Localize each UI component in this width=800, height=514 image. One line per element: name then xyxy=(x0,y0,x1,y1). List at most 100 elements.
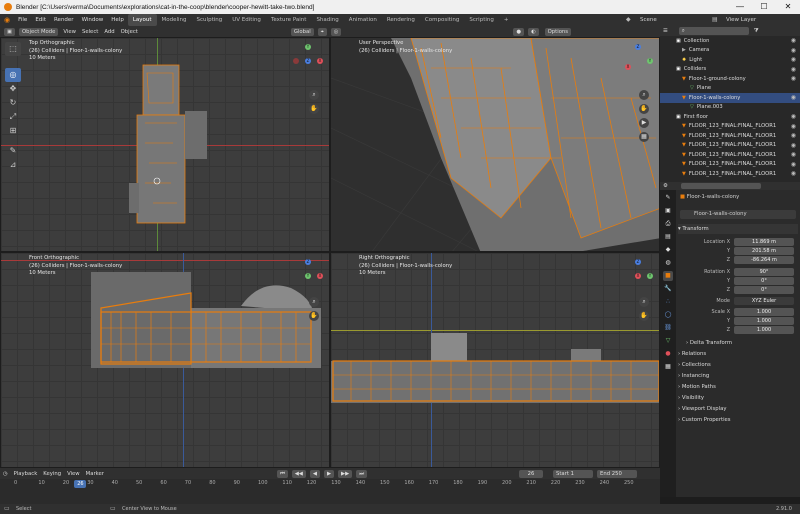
tab-scripting[interactable]: Scripting xyxy=(464,14,498,26)
outliner-row-plane003[interactable]: ▽ Plane.003 xyxy=(660,103,800,113)
measure-tool-icon[interactable]: ⊿ xyxy=(5,158,21,172)
texture-tab-icon[interactable]: ▦ xyxy=(663,362,673,372)
minimize-button[interactable]: — xyxy=(728,0,752,14)
outliner-row-ground[interactable]: ▼ Floor-1-ground-colony ◉ xyxy=(660,74,800,84)
tab-layout[interactable]: Layout xyxy=(127,14,157,26)
outliner-row-floor-mesh[interactable]: ▼ FLOOR_123_FINAL:FINAL_FLOOR1 ◉ xyxy=(660,141,800,151)
scene-selector[interactable]: Scene xyxy=(640,14,657,26)
camera-view-icon[interactable]: ▶ xyxy=(639,118,649,128)
properties-editor-icon[interactable]: ⚙ xyxy=(660,183,671,189)
section-custom-properties[interactable]: › Custom Properties xyxy=(678,415,798,425)
object-mode-dropdown[interactable]: Object Mode xyxy=(19,27,59,36)
gizmo-z-axis[interactable]: Z xyxy=(305,58,311,64)
outliner-row-floor-mesh[interactable]: ▼ FLOOR_123_FINAL:FINAL_FLOOR1 ◉ xyxy=(660,122,800,132)
timeline-playhead[interactable]: 26 xyxy=(74,480,87,488)
annotate-tool-icon[interactable]: ✎ xyxy=(5,144,21,158)
viewport-shading-icon[interactable]: ● xyxy=(513,27,524,36)
eye-icon[interactable]: ◉ xyxy=(791,132,796,139)
material-tab-icon[interactable]: ● xyxy=(663,349,673,359)
object-tab-icon[interactable]: ■ xyxy=(663,271,673,281)
location-y-field[interactable]: 201.58 m xyxy=(734,247,794,255)
outliner-row-floor-mesh[interactable]: ▼ FLOOR_123_FINAL:FINAL_FLOOR1 ◉ xyxy=(660,169,800,179)
pan-hand-icon[interactable]: ✋ xyxy=(639,311,649,321)
gizmo-z-axis[interactable]: Z xyxy=(635,44,641,50)
gizmo-x-axis[interactable]: X xyxy=(317,58,323,64)
rotation-x-field[interactable]: 90° xyxy=(734,268,794,276)
gizmo-x-axis[interactable]: X xyxy=(625,64,631,70)
editor-type-button[interactable]: ▣ xyxy=(4,27,16,36)
constraints-tab-icon[interactable]: ⛓ xyxy=(663,323,673,333)
tab-sculpting[interactable]: Sculpting xyxy=(192,14,228,26)
particles-tab-icon[interactable]: ∴ xyxy=(663,297,673,307)
scale-tool-icon[interactable]: ⤢ xyxy=(5,110,21,124)
gizmo-z-axis[interactable]: Z xyxy=(305,259,311,265)
outliner-row-first-floor[interactable]: ▣ First floor ◉ xyxy=(660,112,800,122)
eye-icon[interactable]: ◉ xyxy=(791,161,796,168)
zoom-icon[interactable]: ⌕ xyxy=(309,297,319,307)
menu-file[interactable]: File xyxy=(14,14,31,26)
move-tool-icon[interactable]: ✥ xyxy=(5,82,21,96)
outliner-row-floor-mesh[interactable]: ▼ FLOOR_123_FINAL:FINAL_FLOOR1 ◉ xyxy=(660,160,800,170)
tool-tab-icon[interactable]: ✎ xyxy=(663,193,673,203)
outliner-editor-icon[interactable]: ☰ xyxy=(660,28,671,34)
render-tab-icon[interactable]: ▣ xyxy=(663,206,673,216)
tab-uv-editing[interactable]: UV Editing xyxy=(227,14,266,26)
add-workspace-button[interactable]: + xyxy=(499,14,514,26)
zoom-icon[interactable]: ⌕ xyxy=(309,90,319,100)
filter-icon[interactable]: ⧩ xyxy=(751,28,762,35)
menu-render[interactable]: Render xyxy=(50,14,78,26)
gizmo-y-axis[interactable]: Y xyxy=(305,44,311,50)
rotation-y-field[interactable]: 0° xyxy=(734,277,794,285)
physics-tab-icon[interactable]: ◯ xyxy=(663,310,673,320)
close-button[interactable]: ✕ xyxy=(776,0,800,14)
outliner-row-colliders[interactable]: ▣ Colliders ◉ xyxy=(660,65,800,75)
eye-icon[interactable]: ◉ xyxy=(791,66,796,73)
select-box-tool-icon[interactable]: ⬚ xyxy=(5,42,21,56)
section-visibility[interactable]: › Visibility xyxy=(678,393,798,403)
menu-object[interactable]: Object xyxy=(118,29,141,35)
outliner-search-input[interactable]: ⌕ xyxy=(678,27,749,35)
snap-icon[interactable]: ⌖ xyxy=(317,27,327,36)
eye-icon[interactable]: ◉ xyxy=(791,151,796,158)
data-tab-icon[interactable]: ▽ xyxy=(663,336,673,346)
location-x-field[interactable]: 11.869 m xyxy=(734,238,794,246)
menu-add[interactable]: Add xyxy=(101,29,117,35)
viewport-front-orthographic[interactable]: Front Orthographic (26) Colliders | Floo… xyxy=(0,252,330,468)
gizmo-y-axis[interactable]: Y xyxy=(647,58,653,64)
tab-rendering[interactable]: Rendering xyxy=(382,14,420,26)
outliner-row-walls-selected[interactable]: ▼ Floor-1-walls-colony ◉ xyxy=(660,93,800,103)
tab-compositing[interactable]: Compositing xyxy=(420,14,464,26)
properties-search-input[interactable] xyxy=(680,183,761,189)
section-collections[interactable]: › Collections xyxy=(678,360,798,370)
outliner-row-floor-mesh[interactable]: ▼ FLOOR_123_FINAL:FINAL_FLOOR1 ◉ xyxy=(660,131,800,141)
pan-hand-icon[interactable]: ✋ xyxy=(309,104,319,114)
view-layer-tab-icon[interactable]: ▤ xyxy=(663,232,673,242)
maximize-button[interactable]: ☐ xyxy=(752,0,776,14)
section-relations[interactable]: › Relations xyxy=(678,349,798,359)
scene-tab-icon[interactable]: ◆ xyxy=(663,245,673,255)
viewport-right-orthographic[interactable]: Right Orthographic (26) Colliders | Floo… xyxy=(330,252,660,468)
outliner-row-camera[interactable]: ▶ Camera ◉ xyxy=(660,46,800,56)
timeline-ruler[interactable]: 0 10 20 30 40 50 60 70 80 90 100 110 120 130 140 150 160… xyxy=(0,468,660,504)
eye-icon[interactable]: ◉ xyxy=(791,170,796,177)
location-z-field[interactable]: -86.264 m xyxy=(734,256,794,264)
cursor-tool-icon[interactable]: ◎ xyxy=(5,68,21,82)
scale-x-field[interactable]: 1.000 xyxy=(734,308,794,316)
tab-animation[interactable]: Animation xyxy=(344,14,382,26)
transform-orientation-dropdown[interactable]: Global xyxy=(290,27,314,36)
zoom-icon[interactable]: ⌕ xyxy=(639,297,649,307)
gizmo-x-axis[interactable]: X xyxy=(317,273,323,279)
modifier-tab-icon[interactable]: 🔧 xyxy=(663,284,673,294)
eye-icon[interactable]: ◉ xyxy=(791,123,796,130)
outliner-row-plane[interactable]: ▽ Plane xyxy=(660,84,800,94)
menu-edit[interactable]: Edit xyxy=(31,14,50,26)
world-tab-icon[interactable]: ◍ xyxy=(663,258,673,268)
blender-menu-icon[interactable]: ◉ xyxy=(0,14,14,26)
tab-modeling[interactable]: Modeling xyxy=(157,14,192,26)
eye-icon[interactable]: ◉ xyxy=(791,142,796,149)
timeline-panel[interactable]: ◷ Playback Keying View Marker ⏮ ◀◀ ◀ ▶ ▶… xyxy=(0,468,660,504)
overlay-icon[interactable]: ◐ xyxy=(527,27,539,36)
gizmo-z-axis[interactable]: Z xyxy=(635,259,641,265)
section-viewport-display[interactable]: › Viewport Display xyxy=(678,404,798,414)
gizmo-x-axis[interactable]: X xyxy=(635,273,641,279)
